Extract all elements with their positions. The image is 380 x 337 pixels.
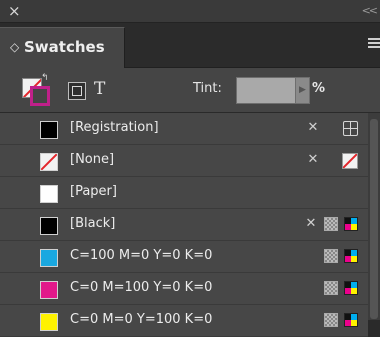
tab-label: Swatches: [24, 38, 105, 56]
swatch-row-black[interactable]: [Black] ✕: [0, 209, 368, 241]
collapse-icon[interactable]: <<: [362, 4, 379, 17]
cmyk-icon: [344, 217, 358, 231]
swatch-chip: [40, 313, 58, 331]
cmyk-icon: [344, 249, 358, 263]
tint-slider-arrow-icon[interactable]: ▶: [295, 77, 310, 104]
scrollbar-thumb[interactable]: [370, 119, 378, 319]
registration-icon: [343, 121, 358, 136]
swatch-chip: [40, 281, 58, 299]
swatch-name: [Registration]: [70, 120, 159, 135]
swatch-toolbar: ↰ T Tint: ▶ %: [0, 68, 380, 113]
swatch-chip-none: [40, 153, 58, 171]
process-icon: [324, 217, 338, 231]
tint-input[interactable]: [236, 77, 296, 104]
no-edit-icon: ✕: [307, 152, 319, 167]
swatch-list: [Registration] ✕ [None] ✕ [Paper] [Black…: [0, 113, 380, 337]
swatch-row-cyan[interactable]: C=100 M=0 Y=0 K=0: [0, 241, 368, 273]
swatch-name: [Black]: [70, 216, 116, 231]
swatch-row-paper[interactable]: [Paper]: [0, 177, 368, 209]
swatch-row-magenta[interactable]: C=0 M=100 Y=0 K=0: [0, 273, 368, 305]
panel-header-bar: × <<: [0, 0, 380, 23]
process-icon: [324, 313, 338, 327]
swatch-row-registration[interactable]: [Registration] ✕: [0, 113, 368, 145]
panel-menu-icon[interactable]: [366, 38, 380, 52]
swatch-chip: [40, 185, 58, 203]
swatch-chip: [40, 217, 58, 235]
swatch-chip: [40, 249, 58, 267]
scrollbar[interactable]: [368, 113, 380, 320]
stroke-icon[interactable]: [30, 86, 50, 106]
fill-stroke-icon[interactable]: ↰: [22, 73, 50, 106]
process-icon: [324, 281, 338, 295]
process-icon: [324, 249, 338, 263]
tint-percent-label: %: [312, 81, 326, 96]
swatch-chip: [40, 121, 58, 139]
tint-label: Tint:: [193, 81, 222, 96]
cmyk-icon: [344, 281, 358, 295]
swatch-name: [Paper]: [70, 184, 117, 199]
swatch-row-none[interactable]: [None] ✕: [0, 145, 368, 177]
swap-icon[interactable]: ↰: [41, 73, 49, 83]
none-icon: [342, 153, 358, 169]
swatch-name: C=100 M=0 Y=0 K=0: [70, 248, 213, 263]
tab-swatches[interactable]: ◇ Swatches: [0, 27, 125, 68]
swatch-name: C=0 M=100 Y=0 K=0: [70, 280, 213, 295]
formatting-text-button[interactable]: T: [94, 79, 105, 99]
tab-row: ◇ Swatches: [0, 23, 380, 68]
container-icon: [72, 86, 82, 96]
tab-chevron-icon: ◇: [10, 40, 20, 54]
no-edit-icon: ✕: [307, 120, 319, 135]
cmyk-icon: [344, 313, 358, 327]
no-edit-icon: ✕: [305, 216, 317, 231]
swatch-row-yellow[interactable]: C=0 M=0 Y=100 K=0: [0, 305, 368, 337]
swatch-name: [None]: [70, 152, 115, 167]
formatting-container-button[interactable]: [68, 82, 86, 100]
close-icon[interactable]: ×: [8, 2, 21, 20]
